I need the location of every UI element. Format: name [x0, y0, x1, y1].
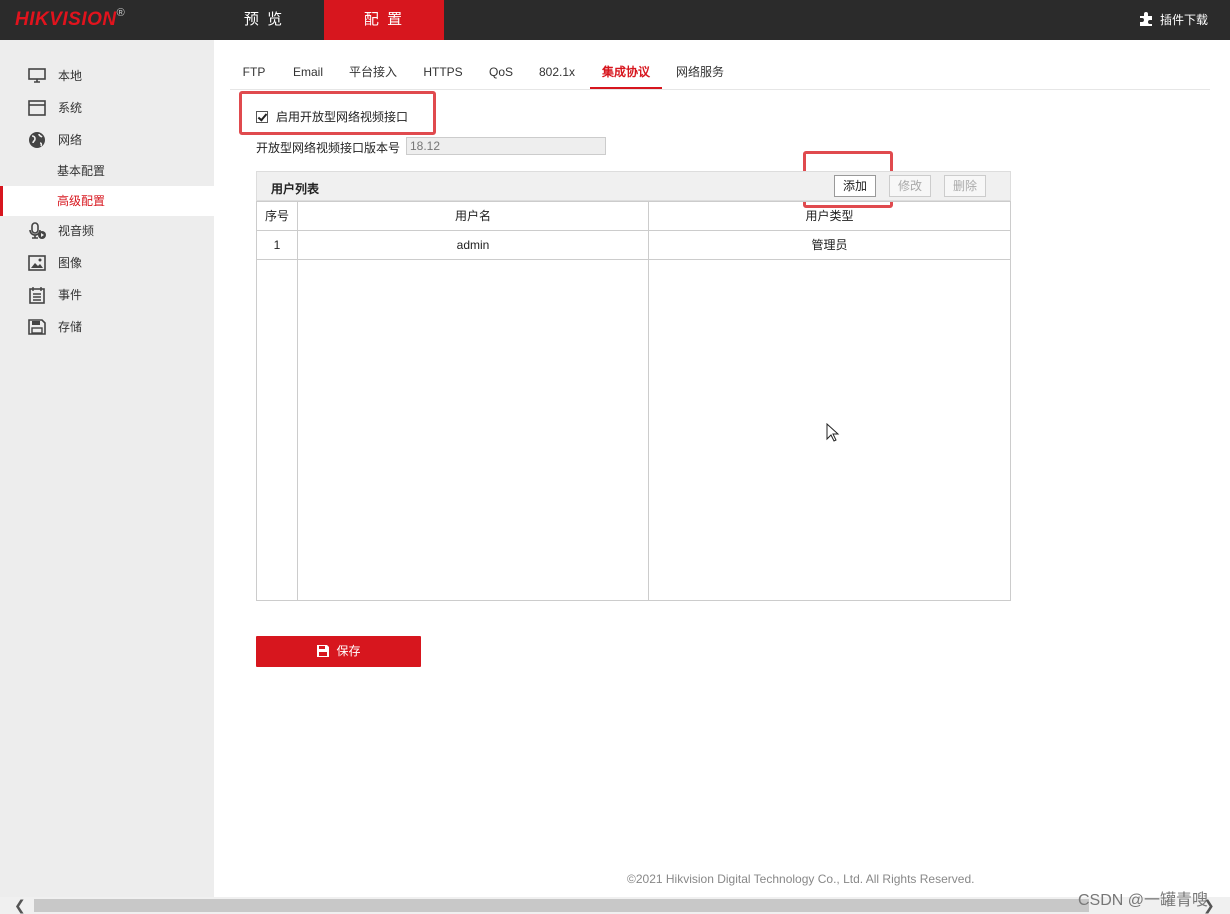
csdn-watermark: CSDN @一罐青嗖: [1078, 892, 1209, 909]
sidebar-item-storage[interactable]: 存储: [0, 312, 214, 342]
horizontal-scrollbar[interactable]: ❮ ❯: [0, 897, 1230, 914]
sidebar-item-video-audio[interactable]: 视音频: [0, 216, 214, 246]
sidebar-item-label: 图像: [58, 256, 83, 270]
top-bar: HIKVISION® 预 览 配 置 插件下载: [0, 0, 1230, 40]
monitor-icon: [28, 68, 46, 83]
scroll-thumb[interactable]: [34, 899, 1089, 912]
sidebar-item-event[interactable]: 事件: [0, 280, 214, 310]
user-list-title: 用户列表: [271, 182, 320, 196]
column-header-user-type: 用户类型: [805, 209, 854, 223]
cell-index: 1: [273, 238, 281, 252]
sidebar-item-label: 存储: [58, 320, 83, 334]
floppy-icon: [317, 645, 330, 657]
tab-ftp[interactable]: FTP: [236, 56, 272, 89]
sidebar-subitem-basic-config[interactable]: 基本配置: [0, 156, 214, 186]
sidebar-subitem-label: 高级配置: [57, 194, 106, 208]
enable-onvif-checkbox[interactable]: [256, 111, 268, 123]
delete-user-button[interactable]: 删除: [944, 175, 986, 197]
onvif-version-label: 开放型网络视频接口版本号: [256, 141, 401, 155]
window-icon: [28, 100, 46, 116]
plugin-label: 插件下载: [1159, 13, 1208, 27]
column-divider: [648, 202, 649, 600]
tab-email[interactable]: Email: [286, 56, 330, 89]
sidebar-item-label: 视音频: [58, 224, 95, 238]
onvif-version-field: [406, 137, 606, 155]
user-list-header: 用户列表 添加 修改 删除: [256, 171, 1011, 201]
sidebar-item-label: 本地: [58, 69, 83, 83]
tab-network-service[interactable]: 网络服务: [670, 56, 730, 89]
floppy-icon: [28, 319, 46, 335]
mouse-cursor-icon: [826, 423, 840, 442]
tab-https[interactable]: HTTPS: [418, 56, 468, 89]
column-divider: [297, 202, 298, 600]
cell-user-type: 管理员: [811, 238, 848, 252]
modify-user-button[interactable]: 修改: [889, 175, 931, 197]
sidebar-item-label: 系统: [58, 101, 83, 115]
tab-8021x[interactable]: 802.1x: [534, 56, 580, 89]
column-header-username: 用户名: [454, 209, 491, 223]
tab-qos[interactable]: QoS: [484, 56, 518, 89]
copyright-footer: ©2021 Hikvision Digital Technology Co., …: [627, 872, 975, 886]
hikvision-logo: HIKVISION®: [15, 7, 126, 30]
scroll-left-icon[interactable]: ❮: [14, 897, 26, 914]
save-button[interactable]: 保存: [256, 636, 421, 667]
tab-platform-access[interactable]: 平台接入: [344, 56, 402, 89]
sidebar-item-network[interactable]: 网络: [0, 125, 214, 155]
calendar-icon: [29, 287, 45, 304]
add-user-button[interactable]: 添加: [834, 175, 876, 197]
sidebar-item-local[interactable]: 本地: [0, 61, 214, 91]
image-icon: [28, 255, 46, 271]
user-table: 序号 用户名 用户类型 1 admin 管理员: [256, 201, 1011, 601]
cell-username: admin: [456, 238, 490, 252]
plugin-download-link[interactable]: 插件下载: [1138, 0, 1208, 40]
microphone-icon: [29, 222, 46, 239]
sidebar-item-label: 事件: [58, 288, 83, 302]
sidebar-item-system[interactable]: 系统: [0, 93, 214, 123]
globe-icon: [29, 132, 45, 148]
tab-divider: [230, 89, 1210, 90]
save-label: 保存: [336, 644, 361, 658]
sidebar-subitem-advanced-config[interactable]: 高级配置: [0, 186, 214, 216]
sidebar-item-image[interactable]: 图像: [0, 248, 214, 278]
sidebar: 本地 系统 网络 基本配置 高级配置 视音频 图像 事件 存储: [0, 40, 214, 914]
puzzle-icon: [1139, 12, 1152, 26]
enable-onvif-label: 启用开放型网络视频接口: [276, 110, 409, 124]
nav-preview[interactable]: 预 览: [204, 0, 324, 40]
sidebar-subitem-label: 基本配置: [57, 164, 106, 178]
column-header-index: 序号: [264, 209, 289, 223]
nav-config[interactable]: 配 置: [324, 0, 444, 40]
tab-integration-protocol[interactable]: 集成协议: [590, 56, 662, 89]
sidebar-item-label: 网络: [58, 133, 83, 147]
